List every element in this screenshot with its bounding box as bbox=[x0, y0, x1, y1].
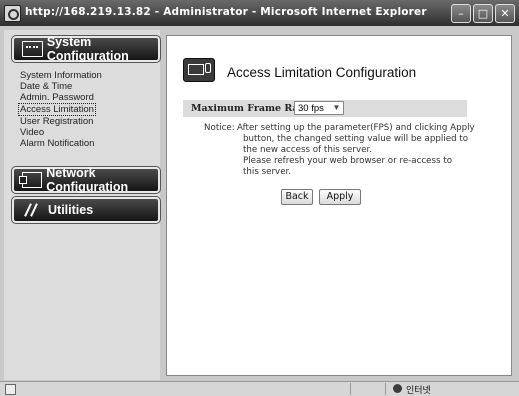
system-configuration-label: System Configuration bbox=[46, 35, 129, 63]
network-configuration-label: Network Configuration bbox=[46, 166, 129, 194]
notice-label: Notice: bbox=[204, 123, 235, 133]
frame-rate-row: Maximum Frame Rate 30 fps ▼ bbox=[183, 100, 467, 117]
restore-button[interactable]: □ bbox=[473, 4, 493, 23]
left-navigation: System Configuration System Information … bbox=[4, 30, 161, 380]
utilities-label: Utilities bbox=[48, 203, 94, 217]
status-bar: 인터넷 bbox=[0, 381, 519, 396]
link-alarm-notification[interactable]: Alarm Notification bbox=[20, 138, 102, 149]
network-configuration-button[interactable]: Network Configuration bbox=[11, 166, 161, 194]
link-date-time[interactable]: Date & Time bbox=[20, 81, 102, 92]
close-button[interactable]: ✕ bbox=[495, 4, 515, 23]
page-title: Access Limitation Configuration bbox=[227, 65, 417, 80]
apply-button[interactable]: Apply bbox=[319, 189, 361, 205]
page-icon bbox=[5, 384, 16, 395]
network-icon bbox=[18, 172, 43, 188]
chevron-down-icon: ▼ bbox=[332, 103, 341, 112]
link-system-information[interactable]: System Information bbox=[20, 70, 102, 81]
tools-icon bbox=[22, 203, 44, 217]
window-title: http://168.219.13.82 - Administrator - M… bbox=[25, 6, 427, 18]
monitor-wrench-icon bbox=[22, 41, 43, 57]
frame-rate-label: Maximum Frame Rate bbox=[191, 103, 310, 114]
notice-line: this server. bbox=[243, 167, 292, 177]
link-user-registration[interactable]: User Registration bbox=[20, 116, 102, 127]
frame-rate-select[interactable]: 30 fps ▼ bbox=[294, 101, 344, 115]
utilities-button[interactable]: Utilities bbox=[11, 196, 161, 224]
security-zone: 인터넷 bbox=[406, 386, 431, 396]
system-configuration-button[interactable]: System Configuration bbox=[11, 35, 161, 63]
window-controls: – □ ✕ bbox=[451, 4, 515, 23]
notice-line: the new access of this server. bbox=[243, 145, 372, 155]
monitor-wrench-icon bbox=[183, 58, 215, 82]
link-admin-password[interactable]: Admin. Password bbox=[20, 92, 102, 103]
minimize-button[interactable]: – bbox=[451, 4, 471, 23]
notice-line: After setting up the parameter(FPS) and … bbox=[237, 123, 475, 133]
title-bar: http://168.219.13.82 - Administrator - M… bbox=[0, 0, 519, 26]
globe-icon bbox=[393, 384, 402, 393]
status-separator bbox=[385, 383, 386, 395]
link-access-limitation[interactable]: Access Limitation bbox=[18, 103, 96, 116]
notice-line: Please refresh your web browser or re-ac… bbox=[243, 156, 453, 166]
main-content: Access Limitation Configuration Maximum … bbox=[166, 35, 512, 376]
notice-line: button, the changed setting value will b… bbox=[243, 134, 469, 144]
notice-text: After setting up the parameter(FPS) and … bbox=[237, 123, 497, 178]
ie-icon bbox=[4, 5, 21, 22]
system-links: System Information Date & Time Admin. Pa… bbox=[18, 70, 102, 149]
status-separator bbox=[350, 383, 351, 395]
back-button[interactable]: Back bbox=[281, 189, 313, 205]
frame-rate-value: 30 fps bbox=[298, 103, 324, 114]
link-video[interactable]: Video bbox=[20, 127, 102, 138]
